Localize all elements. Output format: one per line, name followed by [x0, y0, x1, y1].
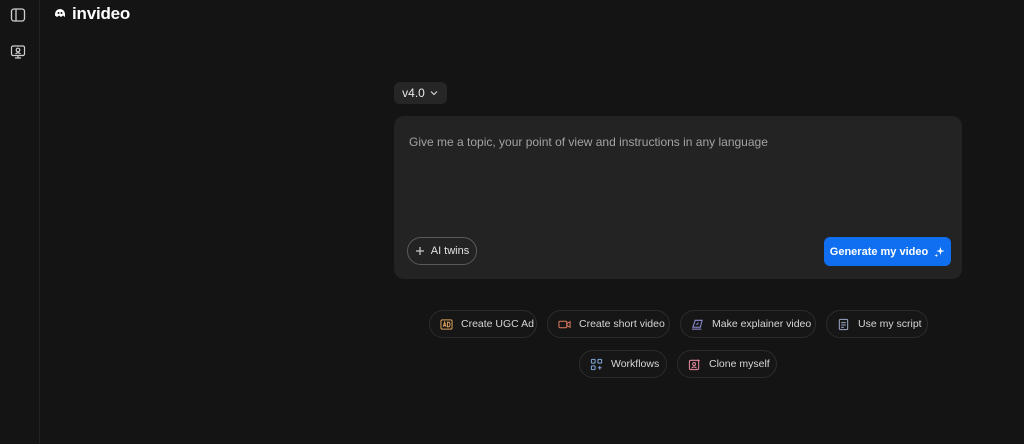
create-short-video-chip[interactable]: Create short video — [547, 310, 670, 338]
invideo-logo-icon — [55, 9, 65, 17]
make-explainer-video-chip[interactable]: Make explainer video — [680, 310, 816, 338]
chip-label: Create short video — [579, 318, 665, 330]
clone-myself-chip[interactable]: Clone myself — [677, 350, 777, 378]
logo-text: invideo — [72, 4, 131, 23]
explainer-icon — [691, 319, 703, 330]
sidebar-toggle-button[interactable] — [8, 5, 28, 25]
ad-icon — [440, 318, 453, 330]
clone-icon — [688, 358, 701, 370]
version-selector[interactable]: v4.0 — [394, 82, 447, 104]
version-label: v4.0 — [402, 86, 425, 100]
ai-twins-button[interactable]: AI twins — [407, 237, 477, 265]
video-camera-icon — [558, 320, 571, 328]
sparkle-icon — [934, 246, 945, 257]
app-root: invideo v4.0 AI twins Generate my video — [0, 0, 1024, 444]
workflows-chip[interactable]: Workflows — [579, 350, 667, 378]
chip-label: Clone myself — [709, 358, 770, 370]
sidebar-toggle-icon — [10, 8, 26, 22]
chip-label: Make explainer video — [712, 318, 812, 330]
monitor-button[interactable] — [8, 42, 28, 62]
invideo-logo[interactable]: invideo — [52, 4, 130, 24]
generate-video-button[interactable]: Generate my video — [824, 237, 951, 266]
chevron-down-icon — [430, 91, 438, 96]
monitor-icon — [10, 45, 26, 59]
left-rail — [0, 0, 40, 444]
use-my-script-chip[interactable]: Use my script — [826, 310, 928, 338]
chip-label: Create UGC Ad — [461, 318, 534, 330]
generate-label: Generate my video — [829, 245, 929, 258]
prompt-input[interactable] — [407, 132, 951, 216]
plus-icon — [415, 247, 424, 255]
workflows-icon — [590, 358, 603, 370]
chip-label: Workflows — [611, 358, 660, 370]
create-ugc-ad-chip[interactable]: Create UGC Ad — [429, 310, 537, 338]
prompt-card: AI twins Generate my video — [394, 116, 962, 279]
document-icon — [838, 318, 849, 330]
chip-label: Use my script — [858, 318, 922, 330]
ai-twins-label: AI twins — [430, 245, 470, 257]
